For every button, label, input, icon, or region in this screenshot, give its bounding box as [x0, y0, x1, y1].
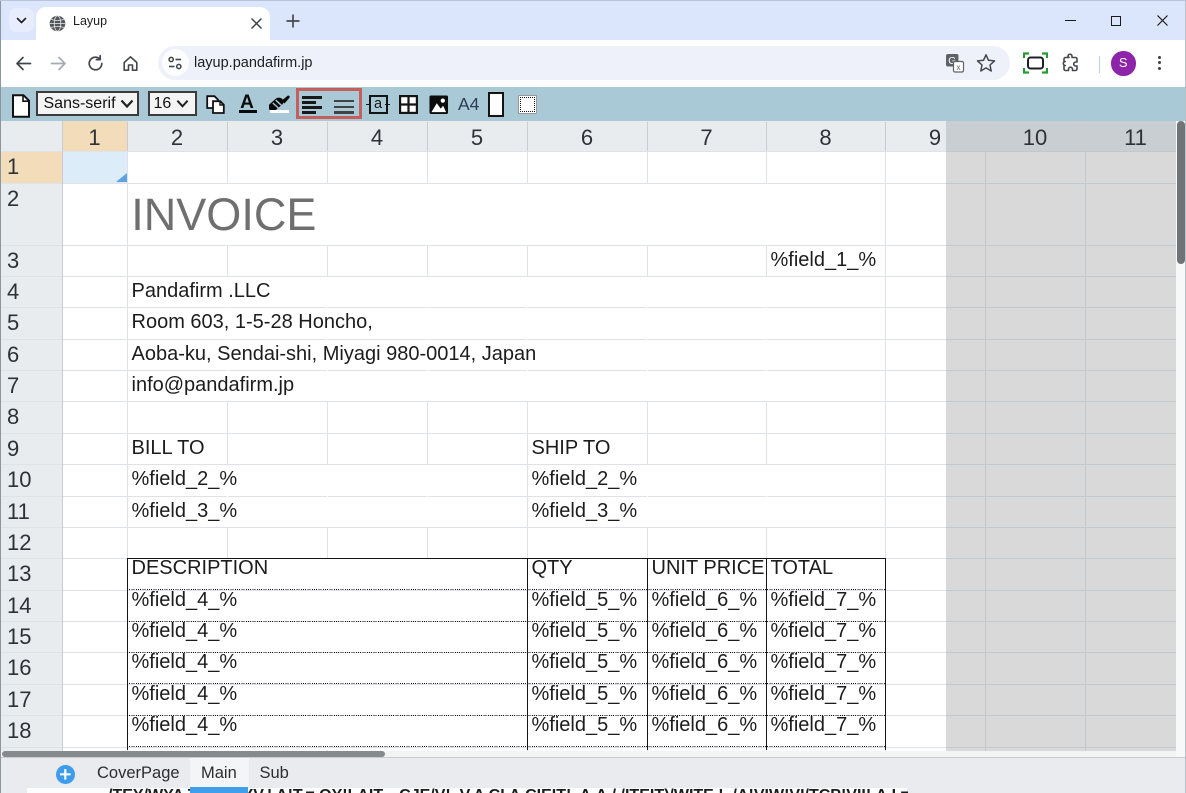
- svg-text:x: x: [957, 63, 961, 72]
